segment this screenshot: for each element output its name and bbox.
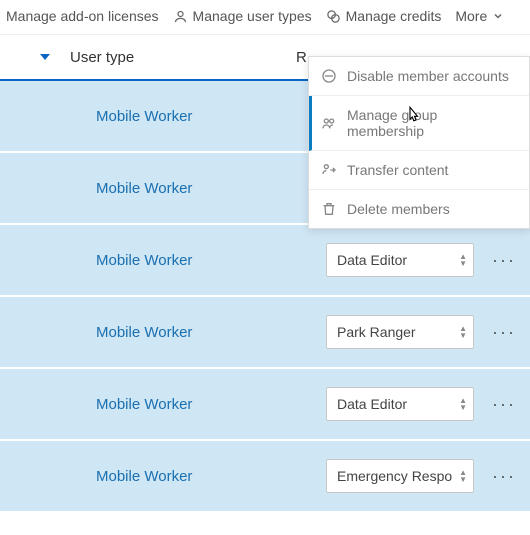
dropdown-label: Transfer content	[347, 162, 448, 178]
role-value: Park Ranger	[337, 324, 416, 340]
more-dropdown-menu: Disable member accounts Manage group mem…	[308, 56, 530, 229]
stepper-icon: ▲▼	[459, 254, 467, 267]
toolbar: Manage add-on licenses Manage user types…	[0, 0, 530, 35]
manage-group-membership-item[interactable]: Manage group membership	[309, 96, 529, 151]
user-type-cell: Mobile Worker	[96, 396, 326, 413]
role-select[interactable]: Data Editor ▲▼	[326, 387, 474, 421]
stepper-icon: ▲▼	[459, 398, 467, 411]
manage-credits-button[interactable]: Manage credits	[326, 8, 442, 24]
transfer-icon	[321, 162, 337, 178]
user-type-cell: Mobile Worker	[96, 180, 326, 197]
role-select[interactable]: Park Ranger ▲▼	[326, 315, 474, 349]
more-menu-button[interactable]: More	[455, 8, 504, 24]
credits-icon	[326, 9, 341, 24]
stepper-icon: ▲▼	[459, 470, 467, 483]
user-type-cell: Mobile Worker	[96, 324, 326, 341]
row-actions-button[interactable]: ···	[484, 394, 524, 415]
role-value: Emergency Respo	[337, 468, 452, 484]
transfer-content-item[interactable]: Transfer content	[309, 151, 529, 190]
row-actions-button[interactable]: ···	[484, 466, 524, 487]
sort-caret-icon	[40, 54, 50, 60]
delete-members-item[interactable]: Delete members	[309, 190, 529, 228]
row-actions-button[interactable]: ···	[484, 322, 524, 343]
manage-user-types-button[interactable]: Manage user types	[173, 8, 312, 24]
table-row: Mobile Worker Emergency Respo ▲▼ ···	[0, 441, 530, 513]
group-icon	[321, 115, 337, 131]
toolbar-label: Manage user types	[193, 8, 312, 24]
header-label: User type	[70, 49, 134, 66]
manage-addon-licenses-button[interactable]: Manage add-on licenses	[6, 8, 159, 24]
chevron-down-icon	[492, 10, 504, 22]
toolbar-label: Manage add-on licenses	[6, 8, 159, 24]
header-label: R	[296, 49, 307, 66]
toolbar-label: More	[455, 8, 487, 24]
dropdown-label: Manage group membership	[347, 107, 517, 139]
disable-icon	[321, 68, 337, 84]
header-user-type[interactable]: User type	[66, 49, 296, 66]
user-icon	[173, 9, 188, 24]
role-cell: Park Ranger ▲▼	[326, 315, 484, 349]
user-type-cell: Mobile Worker	[96, 108, 326, 125]
user-type-cell: Mobile Worker	[96, 468, 326, 485]
dropdown-label: Disable member accounts	[347, 68, 509, 84]
trash-icon	[321, 201, 337, 217]
table-row: Mobile Worker Data Editor ▲▼ ···	[0, 225, 530, 297]
row-actions-button[interactable]: ···	[484, 250, 524, 271]
table-row: Mobile Worker Park Ranger ▲▼ ···	[0, 297, 530, 369]
role-cell: Data Editor ▲▼	[326, 387, 484, 421]
role-value: Data Editor	[337, 252, 407, 268]
role-cell: Data Editor ▲▼	[326, 243, 484, 277]
role-value: Data Editor	[337, 396, 407, 412]
dropdown-label: Delete members	[347, 201, 450, 217]
table-row: Mobile Worker Data Editor ▲▼ ···	[0, 369, 530, 441]
role-select[interactable]: Emergency Respo ▲▼	[326, 459, 474, 493]
role-select[interactable]: Data Editor ▲▼	[326, 243, 474, 277]
disable-member-accounts-item[interactable]: Disable member accounts	[309, 57, 529, 96]
toolbar-label: Manage credits	[346, 8, 442, 24]
user-type-cell: Mobile Worker	[96, 252, 326, 269]
role-cell: Emergency Respo ▲▼	[326, 459, 484, 493]
stepper-icon: ▲▼	[459, 326, 467, 339]
